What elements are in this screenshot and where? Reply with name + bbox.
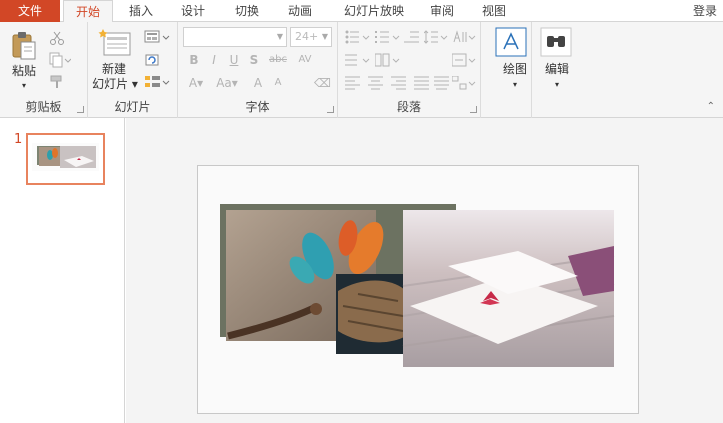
paragraph-group-label: 段落 (396, 100, 421, 114)
tab-design[interactable]: 设计 (172, 0, 214, 22)
slide[interactable] (197, 165, 639, 414)
slide-photo-collage[interactable] (198, 166, 640, 415)
slide-number: 1 (14, 132, 23, 147)
drawing-icon (495, 27, 527, 57)
slide-thumbnail[interactable] (26, 133, 105, 185)
font-name-dropdown-icon: ▼ (276, 32, 283, 41)
font-color-icon[interactable]: A▾ (186, 76, 206, 90)
tab-slideshow[interactable]: 幻灯片放映 (336, 0, 412, 22)
collapse-ribbon-icon[interactable]: ⌃ (707, 101, 715, 112)
smartart-icon[interactable] (452, 76, 478, 90)
slide-editing-canvas (126, 118, 723, 423)
distributed-icon[interactable] (434, 76, 450, 90)
underline-icon[interactable]: U (226, 53, 242, 67)
italic-icon[interactable]: I (206, 53, 222, 67)
cut-icon[interactable] (49, 30, 65, 46)
section-icon[interactable] (144, 74, 170, 90)
layout-icon[interactable] (144, 29, 170, 45)
new-slide-button[interactable]: 新建 幻灯片 ▾ (92, 26, 138, 94)
tab-insert[interactable]: 插入 (120, 0, 162, 22)
bullet-align-icon[interactable] (345, 53, 371, 67)
font-size-combo[interactable]: 24+ ▼ (290, 27, 332, 47)
new-slide-icon (98, 29, 131, 56)
new-slide-label-2: 幻灯片 ▾ (92, 77, 138, 91)
ribbon: 粘贴 ▾ 剪贴板 新建 幻灯片 ▾ 幻灯片 ▼ 24+ ▼ B I U S ab… (0, 22, 723, 118)
tab-file[interactable]: 文件 (0, 0, 60, 22)
grow-font-icon[interactable]: A (250, 76, 266, 90)
binoculars-icon (540, 27, 572, 57)
clipboard-group-label: 剪贴板 (25, 100, 62, 114)
tab-home[interactable]: 开始 (63, 0, 113, 23)
slides-panel: 1 (0, 118, 125, 423)
font-size-value: 24+ (295, 30, 319, 43)
group-editing[interactable]: 编辑 ▾ (531, 22, 586, 118)
paste-icon (12, 32, 36, 60)
clipboard-launcher[interactable] (77, 106, 84, 113)
font-group-label: 字体 (245, 100, 270, 114)
paragraph-launcher[interactable] (470, 106, 477, 113)
numbering-icon[interactable] (375, 30, 401, 44)
char-spacing-icon[interactable]: AV (294, 53, 316, 67)
tab-review[interactable]: 审阅 (421, 0, 463, 22)
align-center-icon[interactable] (368, 76, 384, 90)
shadow-icon[interactable]: S (246, 53, 262, 67)
new-slide-label-1: 新建 (101, 62, 126, 76)
copy-icon[interactable] (49, 52, 71, 68)
tab-transitions[interactable]: 切换 (226, 0, 268, 22)
format-painter-icon[interactable] (49, 74, 65, 90)
group-drawing[interactable]: 绘图 ▾ (481, 22, 531, 118)
reset-icon[interactable] (144, 52, 160, 68)
align-text-icon[interactable] (452, 53, 478, 67)
font-size-dropdown-icon: ▼ (321, 32, 328, 41)
shrink-font-icon[interactable]: A (270, 76, 286, 90)
tab-animations[interactable]: 动画 (279, 0, 321, 22)
clear-format-icon[interactable]: ⌫ (314, 76, 331, 90)
columns-icon[interactable] (375, 53, 401, 67)
bold-icon[interactable]: B (186, 53, 202, 67)
slides-group-label: 幻灯片 (114, 100, 151, 114)
paste-dropdown-arrow[interactable]: ▾ (6, 79, 42, 93)
paste-label: 粘贴 (11, 64, 36, 78)
line-spacing-icon[interactable] (424, 30, 448, 44)
bullets-icon[interactable] (345, 30, 371, 44)
decrease-indent-icon[interactable] (404, 30, 420, 44)
group-font: ▼ 24+ ▼ B I U S abc AV A▾ Aa▾ A A ⌫ 字体 (178, 22, 338, 118)
group-paragraph: 段落 (338, 22, 481, 118)
align-left-icon[interactable] (345, 76, 361, 90)
slide-thumbnail-image (32, 143, 99, 171)
text-direction-icon[interactable] (452, 30, 476, 44)
align-right-icon[interactable] (391, 76, 407, 90)
tab-view[interactable]: 视图 (473, 0, 515, 22)
change-case-icon[interactable]: Aa▾ (214, 76, 240, 90)
editing-dropdown-icon: ▾ (554, 80, 559, 89)
group-slides: 新建 幻灯片 ▾ 幻灯片 (88, 22, 178, 118)
font-name-combo[interactable]: ▼ (183, 27, 287, 47)
font-launcher[interactable] (327, 106, 334, 113)
group-clipboard: 粘贴 ▾ 剪贴板 (0, 22, 88, 118)
editing-label: 编辑 (544, 62, 569, 76)
login-link[interactable]: 登录 (693, 0, 717, 22)
ribbon-tab-bar: 文件 开始 插入 设计 切换 动画 幻灯片放映 审阅 视图 登录 (0, 0, 723, 23)
paste-button[interactable]: 粘贴 ▾ (6, 28, 42, 90)
strikethrough-icon[interactable]: abc (266, 53, 290, 67)
justify-icon[interactable] (414, 76, 430, 90)
